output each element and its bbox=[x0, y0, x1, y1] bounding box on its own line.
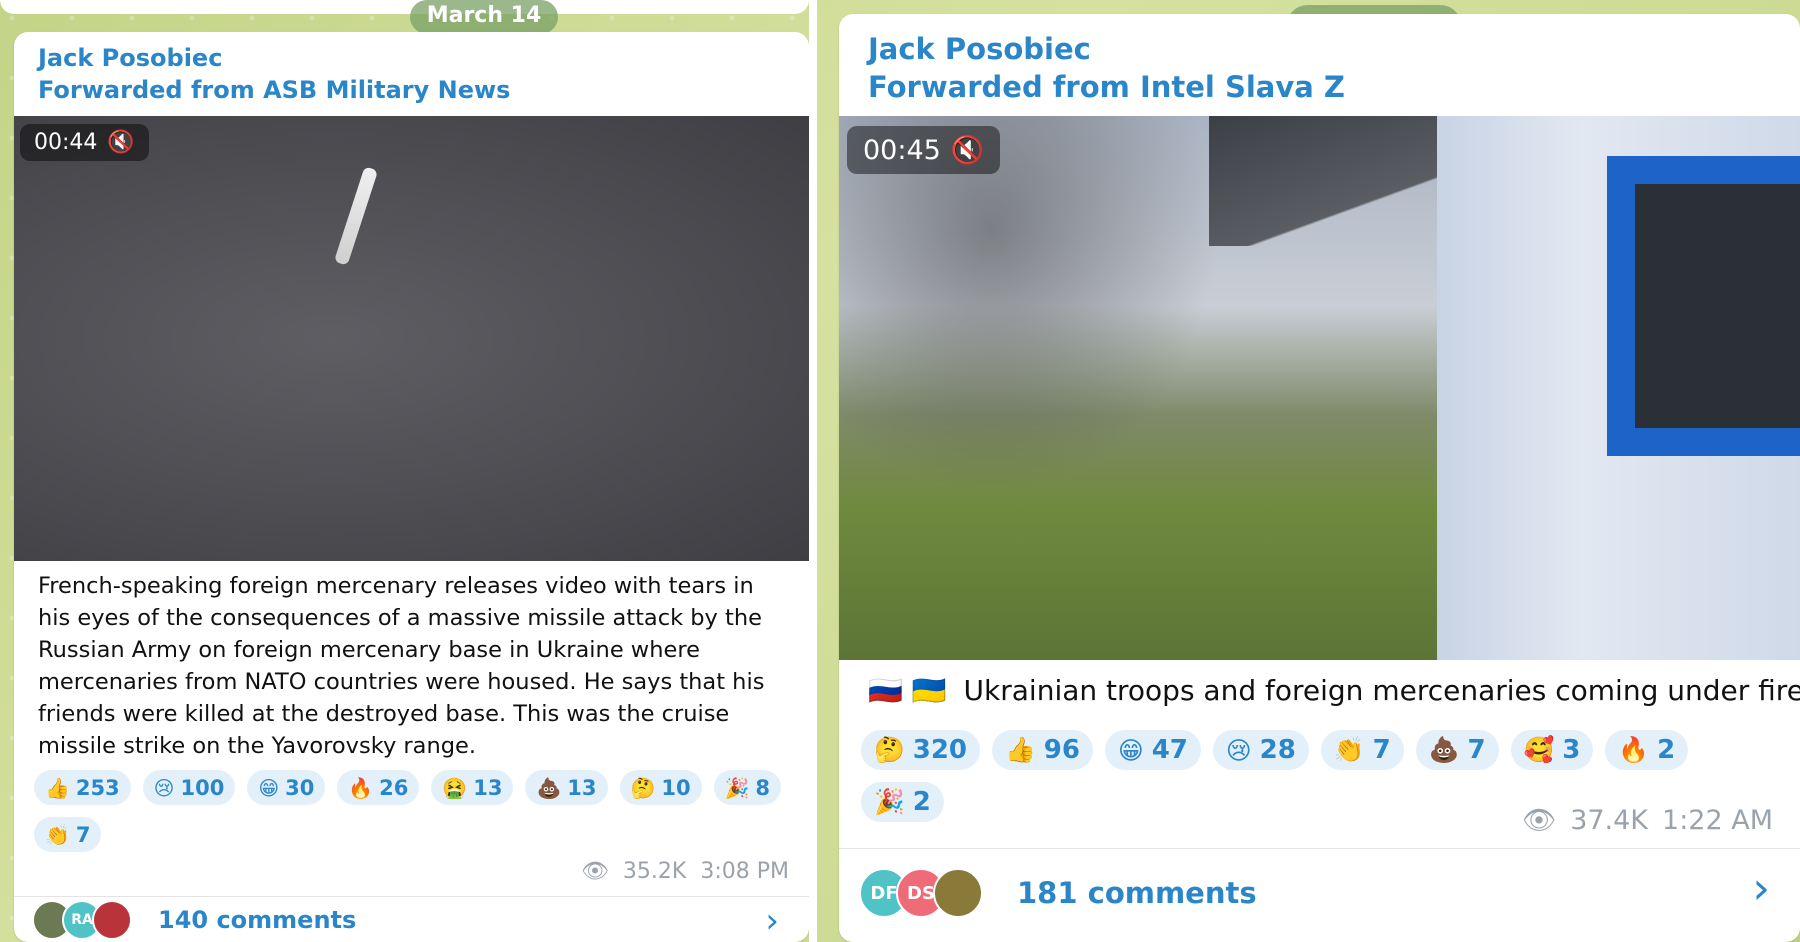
reaction-pill[interactable]: 😢 100 bbox=[142, 770, 236, 805]
comments-link[interactable]: 181 comments bbox=[1017, 876, 1257, 910]
reaction-emoji-icon: 🤔 bbox=[630, 775, 656, 800]
post-time: 3:08 PM bbox=[700, 859, 789, 884]
view-count: 37.4K bbox=[1570, 804, 1649, 836]
reaction-pill[interactable]: 🤔 320 bbox=[861, 730, 981, 770]
forwarded-from[interactable]: Forwarded from Intel Slava Z bbox=[868, 70, 1345, 104]
reaction-count: 7 bbox=[75, 822, 91, 847]
reaction-pill[interactable]: 😢 28 bbox=[1212, 730, 1309, 770]
reaction-emoji-icon: 🔥 bbox=[348, 775, 374, 800]
reaction-pill[interactable]: 👍 96 bbox=[992, 730, 1093, 770]
post-meta: 👁 35.2K 3:08 PM bbox=[581, 859, 789, 884]
reaction-count: 96 bbox=[1043, 735, 1080, 765]
reaction-emoji-icon: 🤔 bbox=[874, 735, 905, 764]
reaction-emoji-icon: 😁 bbox=[258, 775, 280, 800]
reaction-pill[interactable]: 🤮 13 bbox=[431, 770, 514, 805]
post-caption: French-speaking foreign mercenary releas… bbox=[38, 573, 765, 759]
comments-bar[interactable]: DF DS 181 comments › bbox=[839, 848, 1800, 937]
date-pill: March 14 bbox=[410, 0, 558, 34]
reaction-pill[interactable]: 💩 7 bbox=[1415, 730, 1499, 770]
reaction-count: 3 bbox=[1562, 735, 1581, 765]
author-name[interactable]: Jack Posobiec bbox=[868, 32, 1091, 66]
chevron-right-icon[interactable]: › bbox=[765, 901, 779, 941]
reaction-pill[interactable]: 🔥 2 bbox=[1605, 730, 1689, 770]
reaction-emoji-icon: 👍 bbox=[45, 775, 70, 800]
reaction-pill[interactable]: 🤔 10 bbox=[619, 770, 702, 805]
reaction-pill[interactable]: 🥰 3 bbox=[1510, 730, 1594, 770]
reaction-count: 10 bbox=[661, 775, 691, 800]
reaction-emoji-icon: 👍 bbox=[1005, 735, 1036, 764]
message-card: Jack Posobiec Forwarded from ASB Militar… bbox=[14, 32, 809, 942]
eye-icon: 👁 bbox=[1521, 805, 1557, 836]
commenter-avatars: RA bbox=[32, 900, 132, 940]
reaction-count: 2 bbox=[912, 787, 931, 817]
reaction-count: 7 bbox=[1372, 735, 1391, 765]
reaction-count: 7 bbox=[1467, 735, 1486, 765]
avatar[interactable] bbox=[933, 868, 983, 918]
right-post-panel: March 18 Jack Posobiec Forwarded from In… bbox=[817, 0, 1800, 942]
reaction-pill[interactable]: 👏 7 bbox=[34, 817, 102, 852]
reaction-pill[interactable]: 😁 47 bbox=[1104, 730, 1201, 770]
reaction-emoji-icon: 🎉 bbox=[874, 787, 905, 816]
reaction-count: 320 bbox=[912, 735, 968, 765]
reaction-emoji-icon: 💩 bbox=[1428, 735, 1460, 764]
post-caption: 🇷🇺 🇺🇦 Ukrainian troops and foreign merce… bbox=[868, 674, 1800, 707]
light-streak bbox=[333, 166, 379, 266]
previous-message-edge bbox=[0, 0, 809, 14]
flag-icons: 🇷🇺 🇺🇦 bbox=[868, 674, 947, 707]
chevron-right-icon[interactable]: › bbox=[1752, 863, 1770, 914]
reaction-pill[interactable]: 🔥 26 bbox=[337, 770, 420, 805]
caption-text: Ukrainian troops and foreign mercenaries… bbox=[963, 674, 1800, 707]
post-time: 1:22 AM bbox=[1662, 804, 1773, 836]
reaction-pill[interactable]: 👏 7 bbox=[1320, 730, 1404, 770]
video-timer: 00:44 🔇 bbox=[20, 124, 149, 161]
reaction-pill[interactable]: 💩 13 bbox=[525, 770, 608, 805]
reaction-emoji-icon: 🤮 bbox=[442, 775, 468, 800]
reaction-pill[interactable]: 🎉 8 bbox=[713, 770, 782, 805]
duration-text: 00:44 bbox=[34, 130, 98, 155]
reaction-count: 28 bbox=[1259, 735, 1296, 765]
reaction-count: 13 bbox=[473, 775, 503, 800]
reaction-emoji-icon: 👏 bbox=[1333, 735, 1365, 764]
reaction-count: 2 bbox=[1657, 735, 1676, 765]
muted-speaker-icon[interactable]: 🔇 bbox=[951, 134, 985, 166]
reaction-count: 30 bbox=[285, 775, 315, 800]
reaction-count: 8 bbox=[755, 775, 771, 800]
eye-icon: 👁 bbox=[580, 859, 609, 884]
reaction-emoji-icon: 👏 bbox=[45, 822, 70, 847]
reaction-emoji-icon: 😢 bbox=[1225, 735, 1252, 765]
forwarded-from[interactable]: Forwarded from ASB Military News bbox=[38, 76, 510, 104]
reaction-pill[interactable]: 🎉 2 bbox=[861, 782, 944, 822]
reaction-count: 253 bbox=[75, 775, 120, 800]
message-card: Jack Posobiec Forwarded from Intel Slava… bbox=[839, 14, 1800, 942]
reaction-emoji-icon: 😢 bbox=[153, 775, 175, 800]
reaction-emoji-icon: 🥰 bbox=[1523, 735, 1555, 764]
reaction-count: 100 bbox=[180, 775, 225, 800]
blue-window-frame bbox=[1607, 156, 1800, 456]
screenshot-divider bbox=[809, 0, 817, 942]
video-timer: 00:45 🔇 bbox=[847, 126, 1001, 174]
video-player[interactable]: 00:45 🔇 bbox=[839, 116, 1800, 660]
reaction-emoji-icon: 💩 bbox=[536, 775, 562, 800]
author-name[interactable]: Jack Posobiec bbox=[38, 44, 222, 72]
muted-speaker-icon[interactable]: 🔇 bbox=[107, 130, 134, 155]
reactions-bar: 👍 253 😢 100 😁 30 🔥 26 🤮 13 💩 13 🤔 10 🎉 8 👏 7 bbox=[34, 770, 794, 852]
reaction-pill[interactable]: 😁 30 bbox=[247, 770, 326, 805]
reaction-count: 26 bbox=[379, 775, 409, 800]
reaction-pill[interactable]: 👍 253 bbox=[34, 770, 131, 805]
commenter-avatars: DF DS bbox=[859, 868, 983, 918]
left-post-panel: March 14 Jack Posobiec Forwarded from AS… bbox=[0, 0, 809, 942]
reaction-count: 13 bbox=[567, 775, 597, 800]
view-count: 35.2K bbox=[622, 859, 687, 884]
reaction-emoji-icon: 🎉 bbox=[724, 775, 750, 800]
duration-text: 00:45 bbox=[863, 134, 941, 166]
post-meta: 👁 37.4K 1:22 AM bbox=[1521, 804, 1773, 837]
avatar[interactable] bbox=[92, 900, 132, 940]
reaction-emoji-icon: 😁 bbox=[1117, 735, 1144, 765]
reaction-count: 47 bbox=[1151, 735, 1188, 765]
video-player[interactable]: 00:44 🔇 bbox=[14, 116, 809, 561]
reaction-emoji-icon: 🔥 bbox=[1618, 735, 1650, 764]
comments-link[interactable]: 140 comments bbox=[158, 906, 356, 934]
comments-bar[interactable]: RA 140 comments › bbox=[14, 896, 809, 942]
